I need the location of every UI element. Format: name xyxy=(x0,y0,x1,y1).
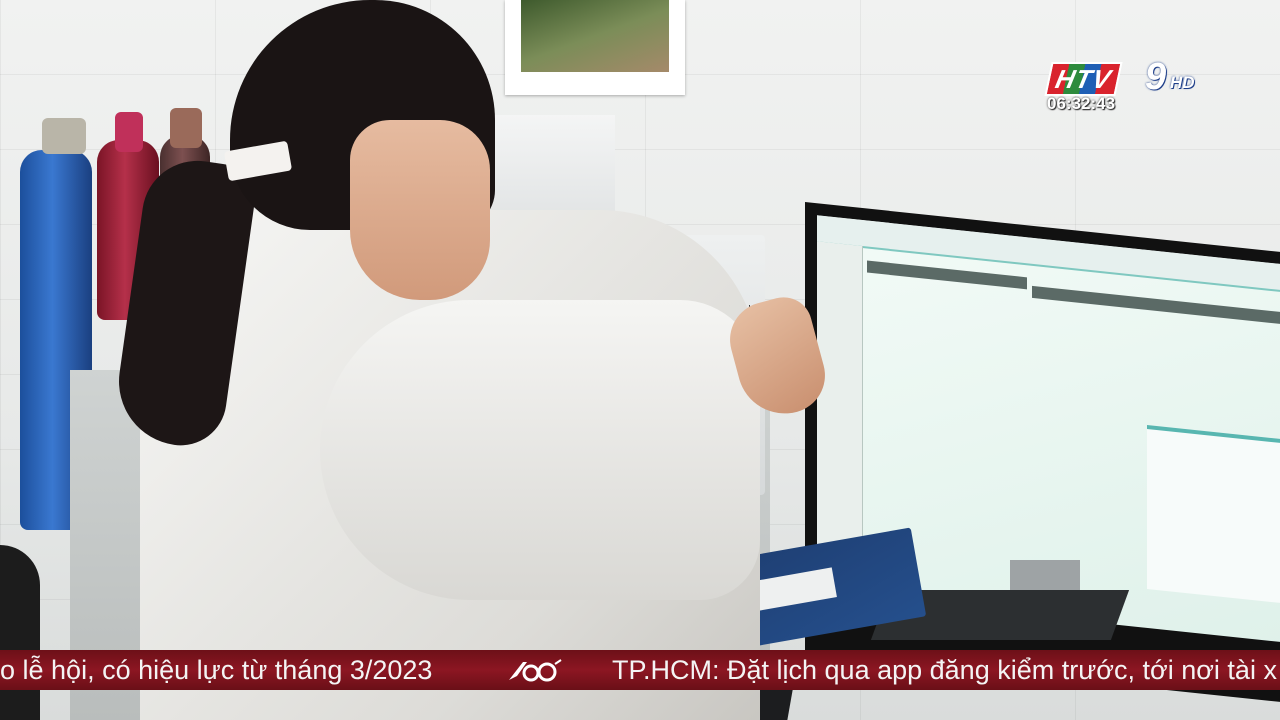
channel-logo-htv: HTV xyxy=(1044,62,1123,96)
cylinder-valve xyxy=(115,112,143,152)
ticker-text-left: o lễ hội, có hiệu lực từ tháng 3/2023 xyxy=(0,655,433,685)
htv-60-anniversary-icon xyxy=(509,659,562,682)
cylinder-valve xyxy=(42,118,86,154)
cylinder-valve xyxy=(170,108,202,148)
channel-logo: HTV 9 HD xyxy=(1044,56,1198,98)
face xyxy=(350,120,490,300)
framed-photo xyxy=(505,0,685,95)
channel-logo-9: 9 xyxy=(1145,56,1167,98)
arm-in-lab-coat xyxy=(320,300,760,600)
news-ticker: o lễ hội, có hiệu lực từ tháng 3/2023 TP… xyxy=(0,650,1280,690)
chair xyxy=(0,545,40,720)
ticker-text-right: TP.HCM: Đặt lịch qua app đăng kiểm trước… xyxy=(612,655,1277,685)
broadcast-clock: 06:32:43 xyxy=(1047,94,1116,113)
channel-logo-hd: HD xyxy=(1170,73,1195,92)
